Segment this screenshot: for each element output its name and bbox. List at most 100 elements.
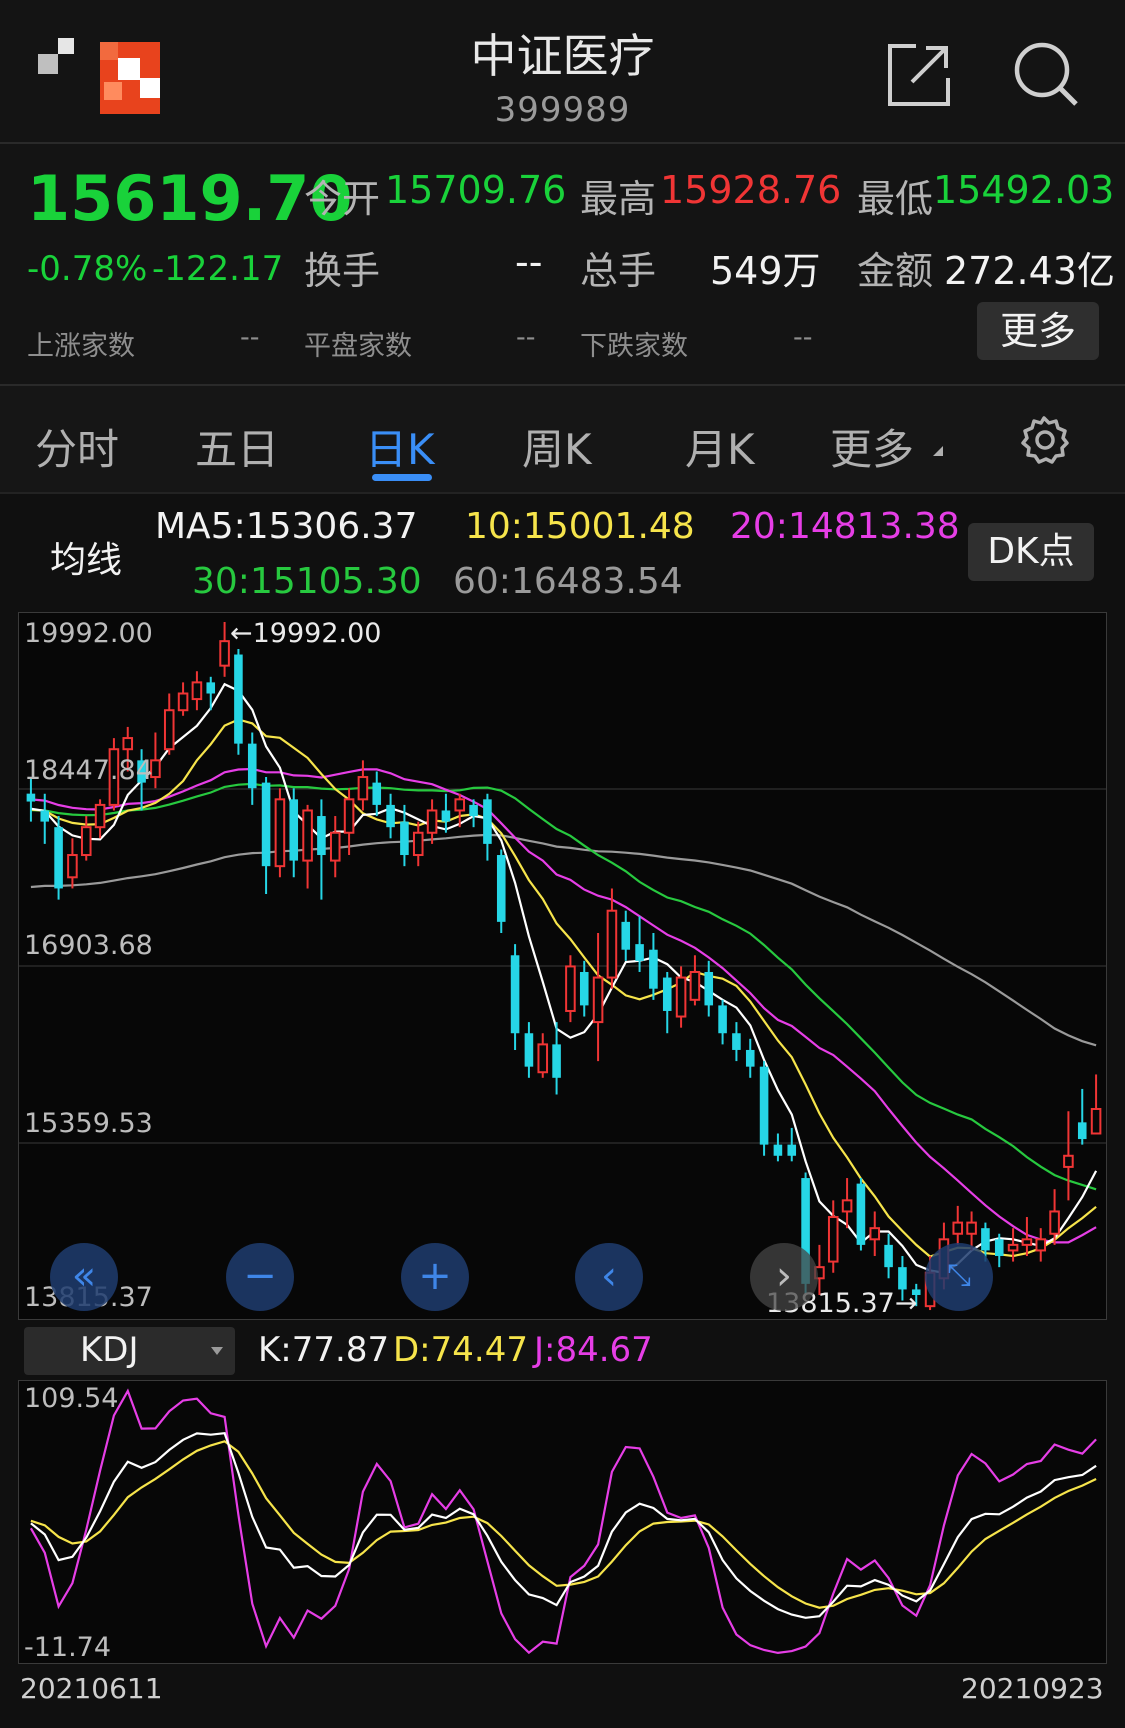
low-label: 最低 [857,177,934,221]
tab-weekly-k[interactable]: 周K [522,416,592,477]
candle-body [80,826,92,857]
candle-body [841,1199,853,1213]
volume-value: 549万 [710,249,821,293]
down-count-value: -- [793,322,813,353]
ma10-value: 10:15001.48 [465,506,695,547]
chevron-down-icon [211,1347,223,1355]
indicator-select[interactable]: KDJ [24,1327,235,1375]
kdj-j-value: J:84.67 [534,1330,653,1370]
candle-body [1035,1238,1047,1252]
candle-body [372,782,382,805]
price-tick: 18447.84 [24,755,153,786]
indicator-select-value: KDJ [80,1330,139,1370]
kdj-tick: 109.54 [24,1383,119,1414]
candlestick-chart[interactable] [18,612,1107,1320]
candle-body [869,1227,881,1241]
kdj-chart[interactable] [18,1380,1107,1664]
candle-body [537,1043,549,1074]
up-count-label: 上涨家数 [27,331,135,362]
candle-body [177,692,189,712]
change-percent: -0.78% [27,249,148,289]
tab-five-day[interactable]: 五日 [195,416,279,477]
active-tab-indicator [372,474,432,481]
candle-body [496,855,506,922]
scroll-left-button[interactable]: ‹ [575,1243,643,1311]
candle-body [966,1221,977,1235]
candle-body [454,798,466,812]
high-value: 15928.76 [660,168,842,212]
tab-intraday[interactable]: 分时 [35,416,119,477]
candle-body [704,971,714,1006]
scroll-right-button[interactable]: › [750,1243,818,1311]
zoom-out-button[interactable]: − [226,1243,294,1311]
candle-body [994,1239,1004,1257]
candle-body [26,793,36,802]
candle-body [773,1144,783,1156]
ma20-value: 20:14813.38 [730,506,960,547]
candle-body [524,1033,534,1067]
candle-body [759,1066,769,1145]
candle-body [469,804,478,817]
candle-body [745,1049,755,1067]
candle-body [718,1005,727,1034]
period-tabs: 分时 五日 日K 周K 月K 更多 [0,386,1125,494]
ma-label: 均线 [50,540,123,581]
candle-body [662,977,672,1011]
candle-body [898,1267,907,1290]
candle-body [1090,1107,1102,1135]
caret-down-icon [933,446,943,456]
top-bar: 中证医疗 399989 [0,0,1125,144]
tab-daily-k[interactable]: 日K [365,416,435,477]
more-quote-button[interactable]: 更多 [977,302,1099,360]
candle-body [219,640,230,667]
scroll-to-start-button[interactable]: « [50,1243,118,1311]
candle-body [483,799,492,844]
candle-body [981,1228,990,1251]
candle-body [827,1216,839,1263]
max-price-value: 19992.00 [252,618,382,649]
x-axis-end: 20210923 [961,1672,1104,1705]
kdj-k-value: K:77.87 [258,1330,390,1370]
flat-count-value: -- [516,322,536,353]
down-count-label: 下跌家数 [580,331,688,362]
high-label: 最高 [580,177,657,221]
candle-body [400,821,409,856]
open-label: 今开 [304,177,381,221]
moving-average-legend: 均线 MA5:15306.37 10:15001.48 20:14813.38 … [0,494,1125,604]
amount-value: 272.43亿 [944,249,1115,293]
index-code: 399989 [494,90,631,130]
candle-body [1007,1243,1019,1252]
candle-body [884,1244,893,1268]
candle-body [649,949,658,989]
candle-body [343,798,355,834]
candle-body [357,776,369,801]
ma30-value: 30:15105.30 [192,561,422,602]
candle-body [247,743,257,789]
candle-body [856,1183,866,1245]
zoom-in-button[interactable]: + [401,1243,469,1311]
open-value: 15709.76 [385,168,567,212]
share-icon[interactable] [886,42,952,108]
candle-body [40,810,50,822]
max-price-marker: ←19992.00 [230,618,382,649]
candle-body [1063,1154,1074,1168]
kdj-d-value: D:74.47 [393,1330,528,1370]
up-count-value: -- [240,322,260,353]
candle-body [1021,1238,1033,1246]
tab-more[interactable]: 更多 [830,416,914,477]
candle-body [787,1144,797,1156]
kdj-tick: -11.74 [24,1632,112,1663]
candle-body [441,810,451,822]
tab-monthly-k[interactable]: 月K [685,416,755,477]
candle-body [592,976,604,1024]
search-icon[interactable] [1012,40,1082,110]
dk-point-button[interactable]: DK点 [968,523,1094,581]
low-value: 15492.03 [933,168,1115,212]
candle-body [426,809,438,834]
candle-body [274,798,286,868]
candle-body [510,955,520,1034]
candle-body [675,976,687,1018]
candle-body [206,682,216,694]
gear-icon[interactable] [1018,414,1070,466]
fullscreen-button[interactable]: ⤡ [925,1243,993,1311]
